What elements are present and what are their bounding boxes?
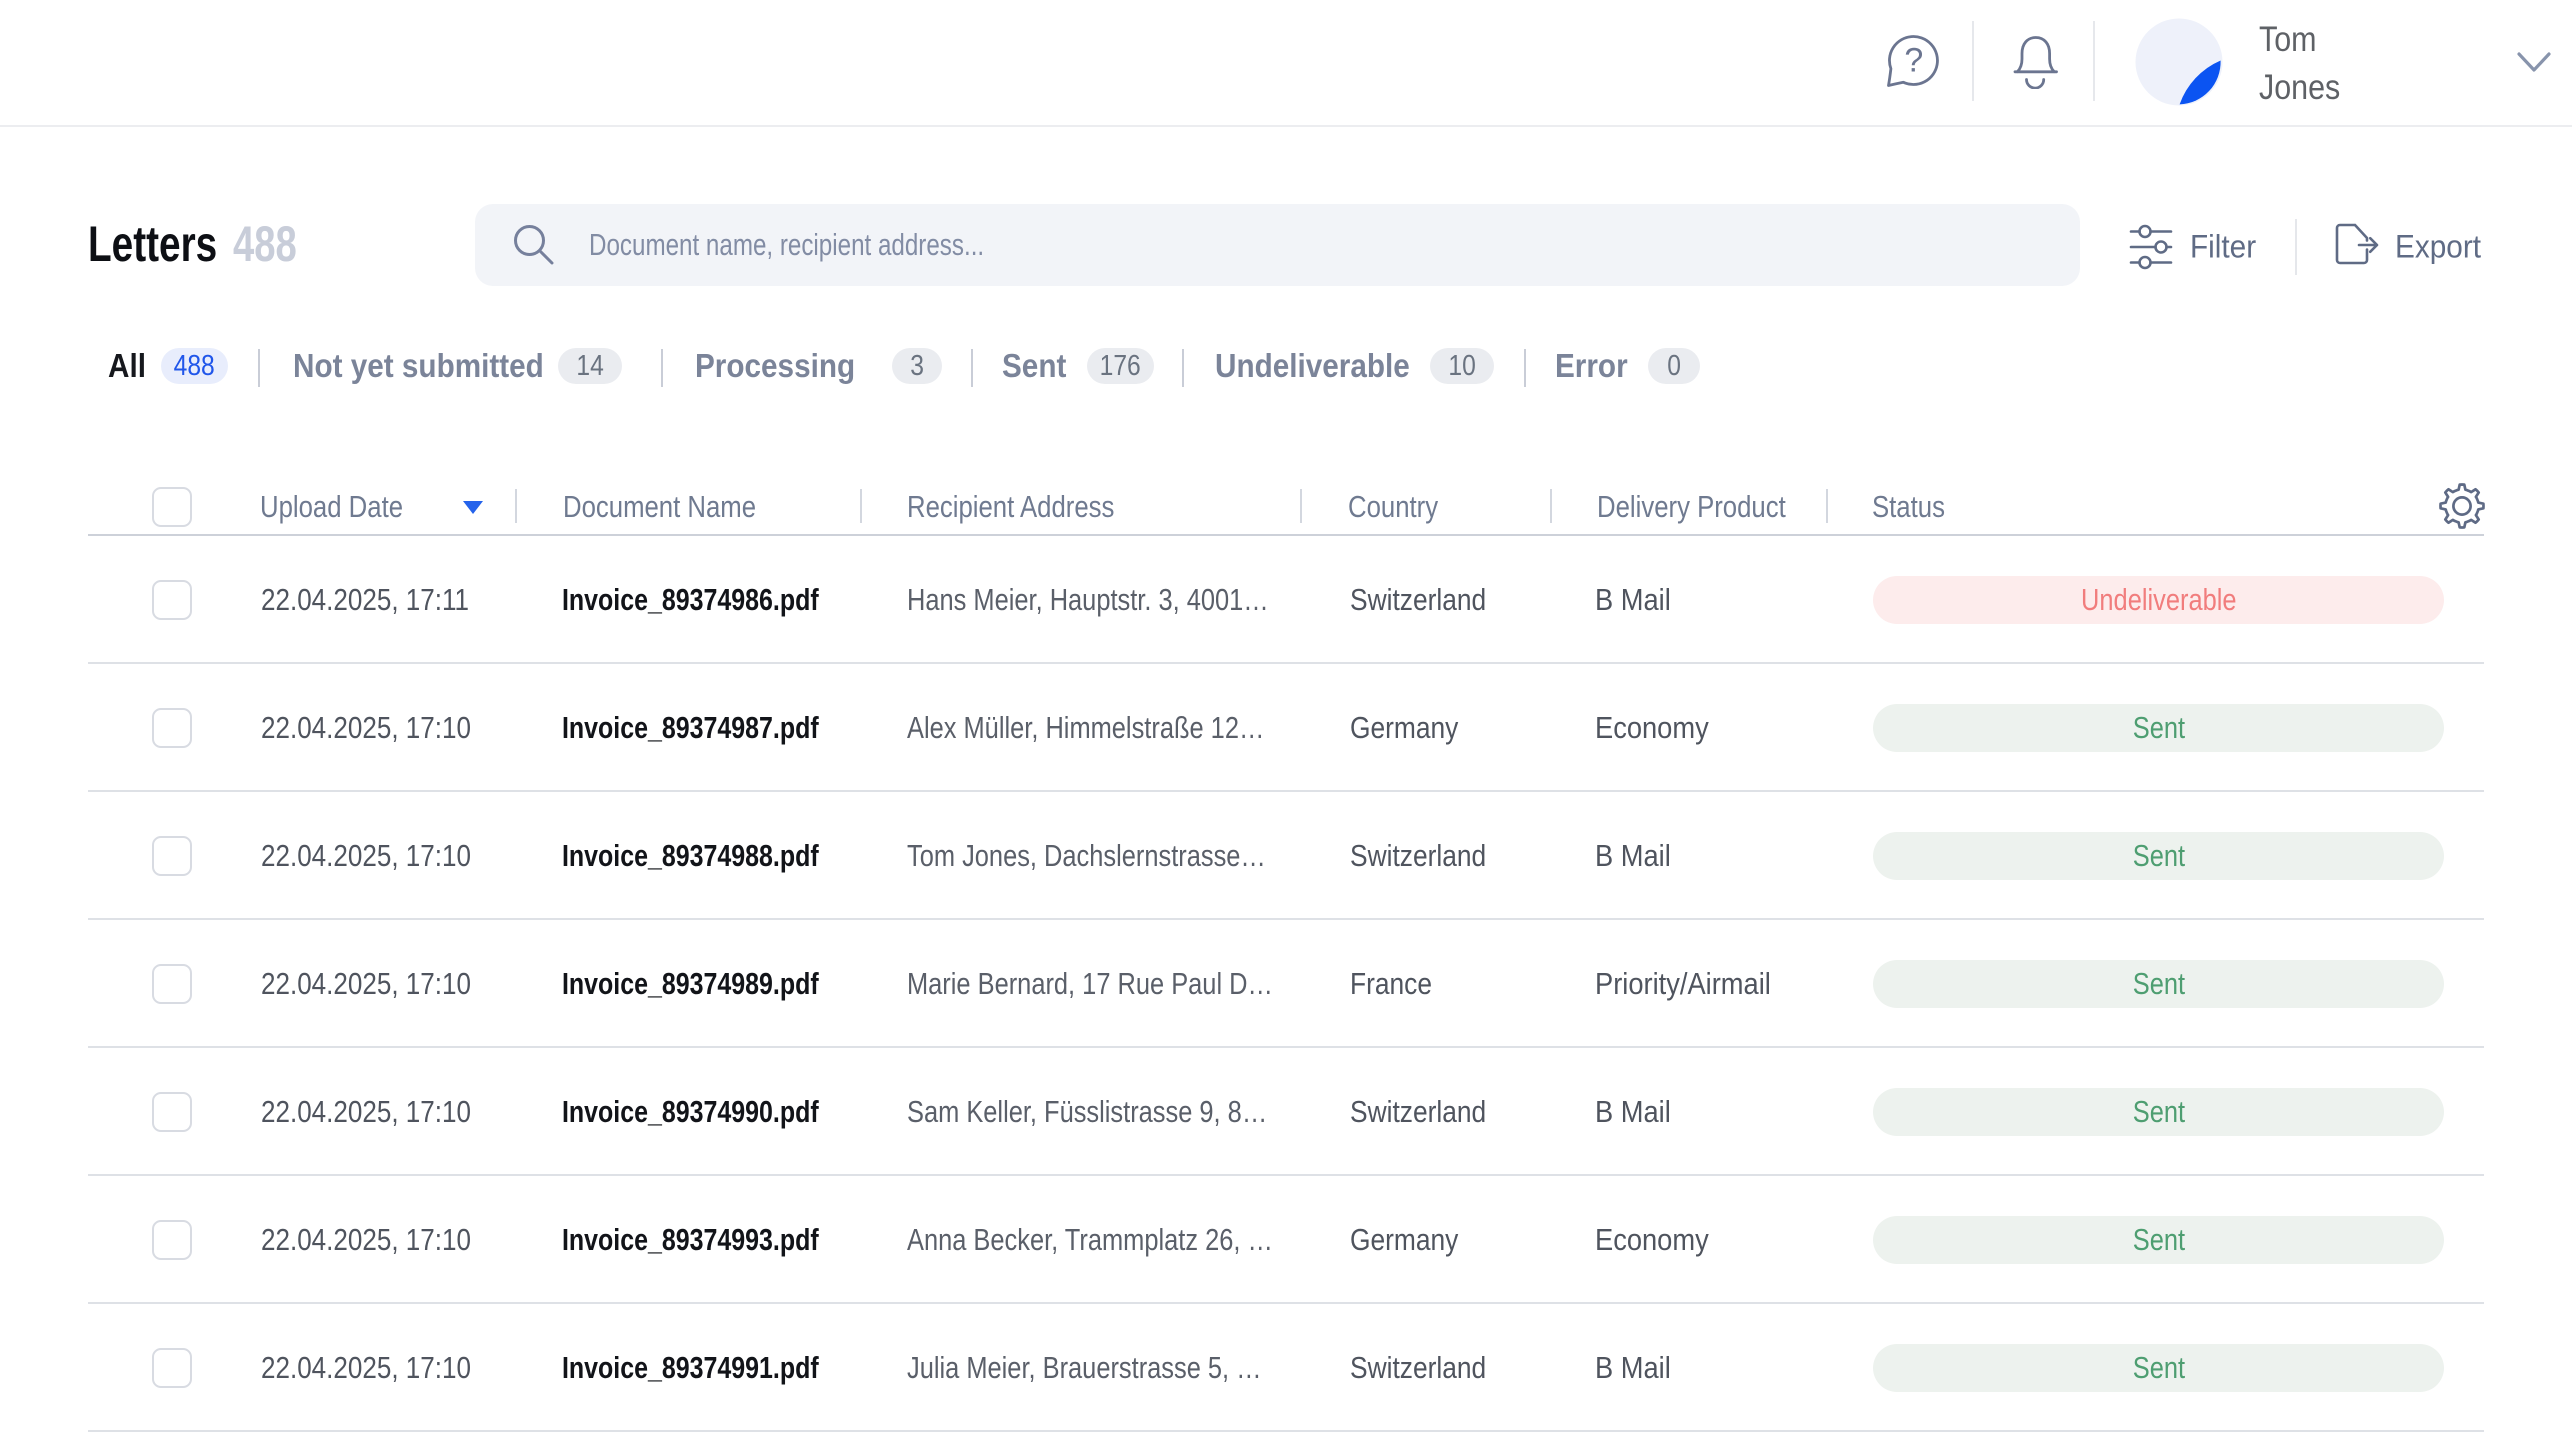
svg-text:?: ? [1904,42,1923,80]
